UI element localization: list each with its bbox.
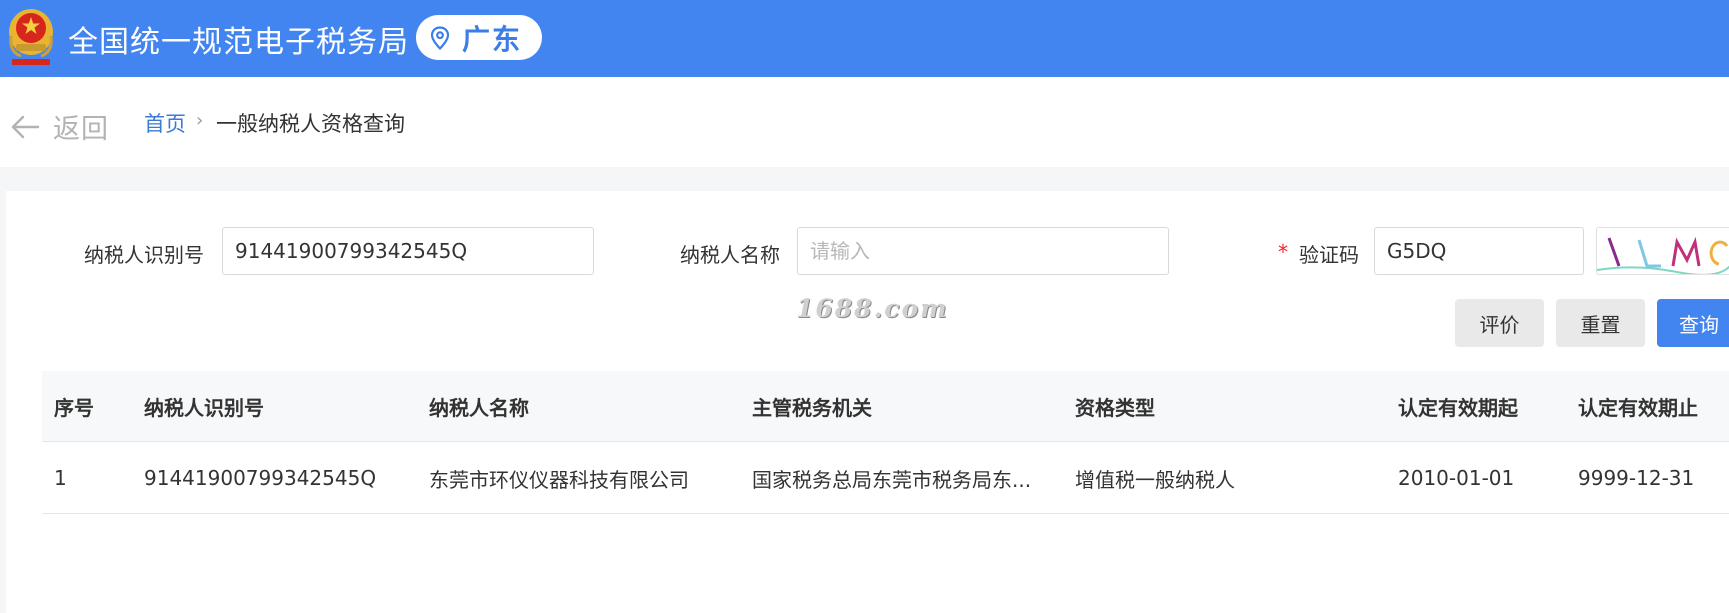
table-cell: 东莞市环仪仪器科技有限公司 (429, 467, 689, 492)
table-cell: 2010-01-01 (1398, 466, 1515, 490)
captcha-image[interactable] (1596, 227, 1729, 275)
column-header: 资格类型 (1075, 395, 1155, 420)
column-header: 序号 (54, 395, 94, 420)
query-button[interactable]: 查询 (1657, 299, 1729, 347)
column-header: 纳税人识别号 (144, 395, 264, 420)
region-label: 广东 (462, 22, 523, 56)
taxpayer-name-input[interactable] (797, 227, 1169, 275)
watermark-text: 1688.com (796, 294, 949, 323)
column-header: 纳税人名称 (429, 395, 529, 420)
captcha-label: 验证码 (1299, 243, 1359, 267)
captcha-input[interactable] (1374, 227, 1584, 275)
column-header: 认定有效期起 (1398, 395, 1518, 420)
table-cell: 国家税务总局东莞市税务局东... (752, 467, 1032, 492)
table-cell: 91441900799342545Q (144, 466, 377, 490)
taxpayer-name-label: 纳税人名称 (680, 243, 780, 267)
table-header: 序号 纳税人识别号 纳税人名称 主管税务机关 资格类型 认定有效期起 认定有效期… (42, 371, 1729, 442)
taxpayer-id-label: 纳税人识别号 (84, 243, 204, 267)
evaluate-button[interactable]: 评价 (1455, 299, 1544, 347)
breadcrumb-separator: › (196, 110, 204, 131)
section-divider (0, 167, 1729, 191)
column-header: 认定有效期止 (1578, 395, 1698, 420)
taxpayer-id-input[interactable] (222, 227, 594, 275)
breadcrumb-current: 一般纳税人资格查询 (216, 112, 405, 136)
tax-emblem-icon (9, 9, 53, 65)
top-header: 全国统一规范电子税务局 广东 (0, 0, 1729, 77)
breadcrumb-home-link[interactable]: 首页 (144, 108, 186, 138)
reset-button[interactable]: 重置 (1556, 299, 1645, 347)
table-cell: 9999-12-31 (1578, 466, 1695, 490)
site-title: 全国统一规范电子税务局 (68, 25, 409, 60)
column-header: 主管税务机关 (752, 395, 872, 420)
required-marker: * (1278, 240, 1288, 264)
table-cell: 增值税一般纳税人 (1075, 467, 1235, 492)
table-row: 1 91441900799342545Q 东莞市环仪仪器科技有限公司 国家税务总… (42, 443, 1729, 514)
location-pin-icon (430, 25, 450, 50)
back-button[interactable]: 返回 (10, 107, 109, 146)
left-gutter (0, 191, 6, 613)
table-cell: 1 (54, 466, 67, 490)
back-arrow-icon (11, 115, 40, 138)
back-label: 返回 (53, 114, 109, 145)
region-selector[interactable]: 广东 (416, 15, 542, 60)
